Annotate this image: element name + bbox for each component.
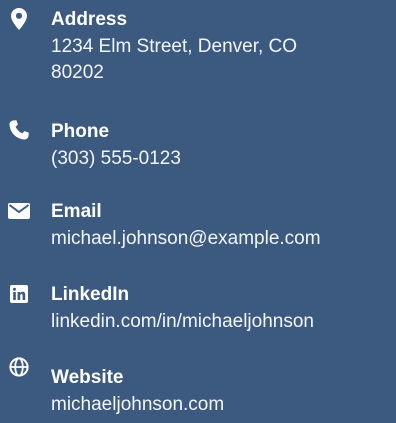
address-label: Address [51, 9, 128, 30]
email-link[interactable]: michael.johnson@example.com [51, 228, 321, 249]
linkedin-label: LinkedIn [51, 284, 130, 305]
linkedin-icon [6, 283, 32, 305]
email-value: michael.johnson@example.com [51, 226, 321, 252]
email-label: Email [51, 201, 102, 222]
website-value: michaeljohnson.com [51, 392, 224, 418]
phone-value: (303) 555-0123 [51, 146, 181, 172]
website-link[interactable]: michaeljohnson.com [51, 394, 224, 415]
address-line-1: 1234 Elm Street, Denver, CO [51, 36, 298, 57]
linkedin-link[interactable]: linkedin.com/in/michaeljohnson [51, 311, 314, 332]
linkedin-value: linkedin.com/in/michaeljohnson [51, 309, 314, 335]
phone-label: Phone [51, 121, 110, 142]
globe-icon [6, 356, 32, 378]
website-label: Website [51, 367, 124, 388]
address-line-2: 80202 [51, 62, 104, 83]
map-pin-icon [6, 8, 32, 30]
phone-icon [6, 119, 32, 141]
address-value: 1234 Elm Street, Denver, CO 80202 [51, 34, 297, 86]
phone-link[interactable]: (303) 555-0123 [51, 148, 181, 169]
envelope-icon [6, 200, 32, 222]
